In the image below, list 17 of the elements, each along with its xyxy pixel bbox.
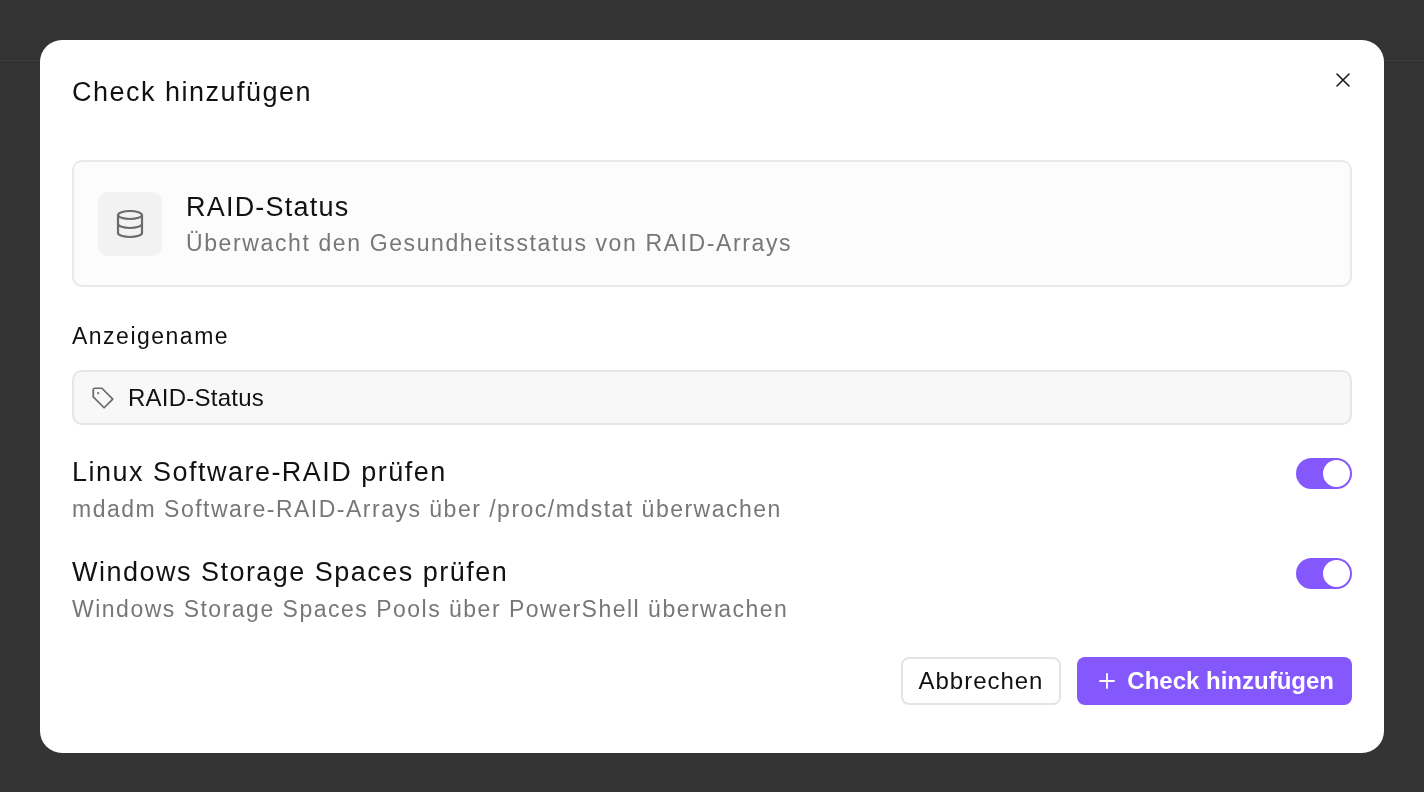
check-type-description: Überwacht den Gesundheitsstatus von RAID-Arrays <box>186 228 793 258</box>
option-description: mdadm Software-RAID-Arrays über /proc/mdstat überwachen <box>72 495 782 524</box>
toggle-switch[interactable] <box>1296 458 1352 489</box>
cancel-button[interactable]: Abbrechen <box>900 657 1062 705</box>
toggle-switch[interactable] <box>1296 558 1352 589</box>
tag-icon <box>90 384 116 411</box>
option-title: Linux Software-RAID prüfen <box>72 456 448 489</box>
check-type-name: RAID-Status <box>186 190 351 224</box>
add-check-button[interactable]: Check hinzufügen <box>1077 657 1352 705</box>
plus-icon <box>1099 673 1116 689</box>
field-label: Anzeigename <box>72 323 231 349</box>
database-icon <box>98 191 162 256</box>
dialog-title: Check hinzufügen <box>72 76 312 109</box>
option-title: Windows Storage Spaces prüfen <box>72 556 510 589</box>
display-name-field[interactable]: RAID-Status <box>72 370 1352 425</box>
close-icon <box>1336 73 1350 87</box>
option-description: Windows Storage Spaces Pools über PowerShell überwachen <box>72 595 789 624</box>
